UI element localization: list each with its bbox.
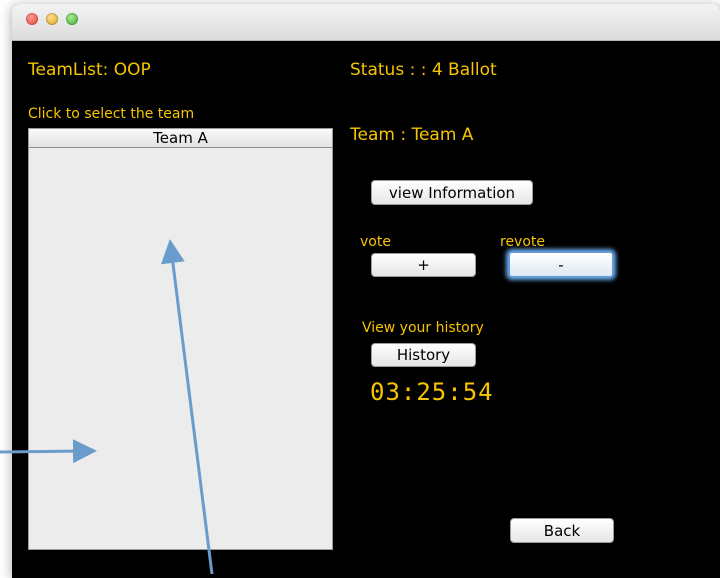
app-window: TeamList: OOP Click to select the team T… [12, 4, 720, 578]
vote-label: vote [360, 234, 391, 250]
team-list-title: TeamList: OOP [28, 60, 151, 80]
back-button[interactable]: Back [510, 518, 614, 543]
status-label: Status : : 4 Ballot [350, 60, 497, 80]
revote-label: revote [500, 234, 546, 250]
history-prompt: View your history [362, 320, 484, 336]
close-window-button[interactable] [26, 13, 38, 25]
team-heading: Team : Team A [350, 125, 474, 145]
team-list[interactable]: Team A [28, 128, 333, 550]
history-button[interactable]: History [371, 343, 476, 367]
vote-plus-button[interactable]: + [371, 253, 476, 277]
select-team-prompt: Click to select the team [28, 106, 195, 122]
revote-minus-button[interactable]: - [508, 251, 614, 278]
zoom-window-button[interactable] [66, 13, 78, 25]
minimize-window-button[interactable] [46, 13, 58, 25]
countdown-timer: 03:25:54 [370, 378, 494, 406]
title-bar [12, 4, 720, 41]
team-list-item[interactable]: Team A [29, 129, 332, 148]
view-information-button[interactable]: view Information [371, 180, 533, 205]
